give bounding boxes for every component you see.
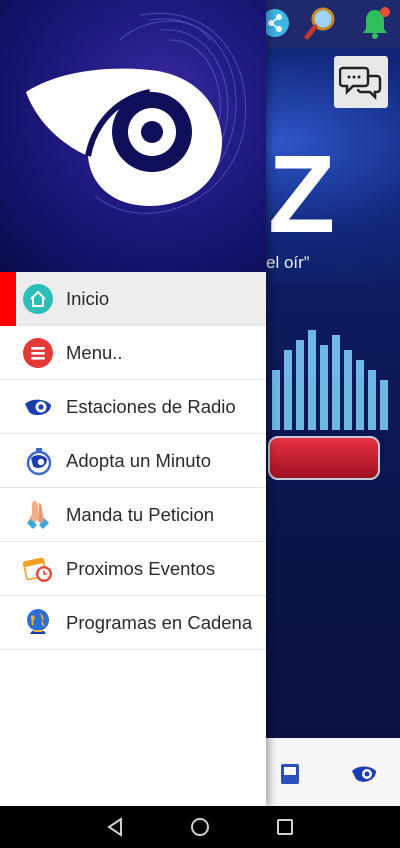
notification-bell-icon[interactable]: [356, 4, 394, 42]
radio-logo-icon[interactable]: [350, 760, 378, 788]
calendar-clock-icon: [22, 553, 54, 585]
menu-item-label: Programas en Cadena: [66, 611, 253, 633]
active-indicator: [0, 272, 16, 326]
praying-hands-icon: [22, 499, 54, 531]
menu-item-programas-en-cadena[interactable]: Programas en Cadena: [0, 596, 266, 650]
menu-item-label: Inicio: [66, 287, 110, 309]
menu-item-menu[interactable]: Menu..: [0, 326, 266, 380]
menu-item-label: Manda tu Peticion: [66, 503, 215, 525]
banner-quote: el oír”: [266, 253, 310, 272]
menu-item-manda-tu-peticion[interactable]: Manda tu Peticion: [0, 488, 266, 542]
menu-item-inicio[interactable]: Inicio: [0, 272, 266, 326]
menu-item-adopta-un-minuto[interactable]: Adopta un Minuto: [0, 434, 266, 488]
globe-icon: [22, 607, 54, 639]
menu-item-label: Estaciones de Radio: [66, 395, 236, 417]
drawer-header: [0, 0, 266, 272]
equalizer-graphic: [272, 330, 388, 430]
back-icon[interactable]: [104, 816, 126, 838]
menu-item-proximos-eventos[interactable]: Proximos Eventos: [0, 542, 266, 596]
navigation-drawer: Inicio Menu.. Estaciones de Radio Adopta…: [0, 0, 266, 806]
chat-icon[interactable]: [334, 56, 388, 108]
menu-item-label: Menu..: [66, 341, 123, 363]
app-logo: [26, 12, 247, 214]
menu-item-label: Adopta un Minuto: [66, 449, 212, 471]
recents-icon[interactable]: [274, 816, 296, 838]
book-icon[interactable]: [276, 760, 304, 788]
home-button-icon[interactable]: [189, 816, 211, 838]
background-play-button[interactable]: [268, 436, 380, 480]
menu-item-label: Proximos Eventos: [66, 557, 216, 579]
radio-logo-icon: [22, 391, 54, 423]
drawer-menu: Inicio Menu.. Estaciones de Radio Adopta…: [0, 272, 266, 650]
banner-letter: Z: [268, 133, 336, 256]
stopwatch-icon: [22, 445, 54, 477]
search-icon[interactable]: [302, 4, 340, 42]
home-icon: [22, 283, 54, 315]
menu-item-estaciones-de-radio[interactable]: Estaciones de Radio: [0, 380, 266, 434]
system-navigation-bar: [0, 806, 400, 848]
menu-icon: [22, 337, 54, 369]
